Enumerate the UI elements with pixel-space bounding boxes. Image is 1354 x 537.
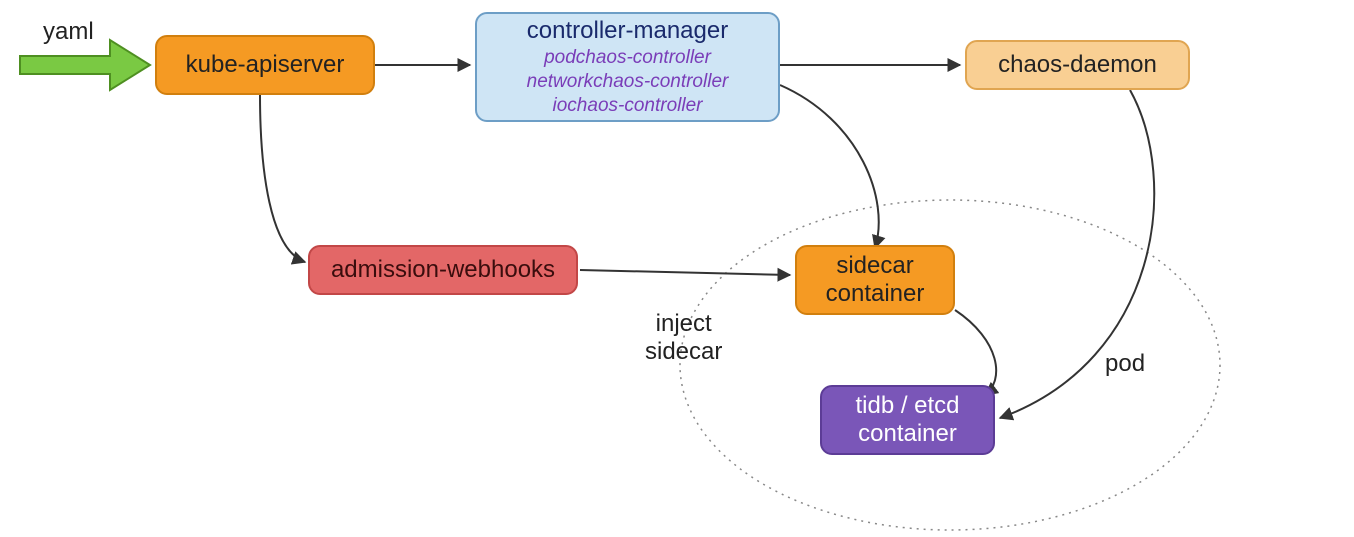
yaml-arrow — [20, 40, 150, 90]
yaml-label: yaml — [43, 18, 94, 46]
node-admission-webhooks-label: admission-webhooks — [331, 256, 555, 284]
edge-apiserver-webhooks — [260, 95, 305, 262]
node-controller-manager: controller-manager podchaos-controller n… — [475, 12, 780, 122]
edge-controller-sidecar — [780, 85, 879, 248]
node-controller-manager-sub1: podchaos-controller — [544, 47, 711, 69]
pod-label: pod — [1105, 350, 1145, 378]
edge-sidecar-tidb — [955, 310, 996, 395]
node-tidb-etcd-container: tidb / etcd container — [820, 385, 995, 455]
node-controller-manager-title: controller-manager — [527, 17, 728, 45]
node-tidb-etcd-container-label2: container — [858, 420, 957, 448]
inject-sidecar-label-line2: sidecar — [645, 338, 722, 366]
node-admission-webhooks: admission-webhooks — [308, 245, 578, 295]
inject-sidecar-label: inject sidecar — [645, 310, 722, 366]
node-chaos-daemon-label: chaos-daemon — [998, 51, 1157, 79]
node-chaos-daemon: chaos-daemon — [965, 40, 1190, 90]
node-sidecar-container-label1: sidecar — [836, 252, 913, 280]
node-controller-manager-sub3: iochaos-controller — [553, 95, 703, 117]
diagram-stage: yaml kube-apiserver controller-manager p… — [0, 0, 1354, 537]
node-kube-apiserver: kube-apiserver — [155, 35, 375, 95]
node-controller-manager-sub2: networkchaos-controller — [527, 71, 729, 93]
node-sidecar-container: sidecar container — [795, 245, 955, 315]
inject-sidecar-label-line1: inject — [645, 310, 722, 338]
node-kube-apiserver-label: kube-apiserver — [186, 51, 345, 79]
node-sidecar-container-label2: container — [826, 280, 925, 308]
node-tidb-etcd-container-label1: tidb / etcd — [855, 392, 959, 420]
edge-webhooks-sidecar — [580, 270, 790, 275]
